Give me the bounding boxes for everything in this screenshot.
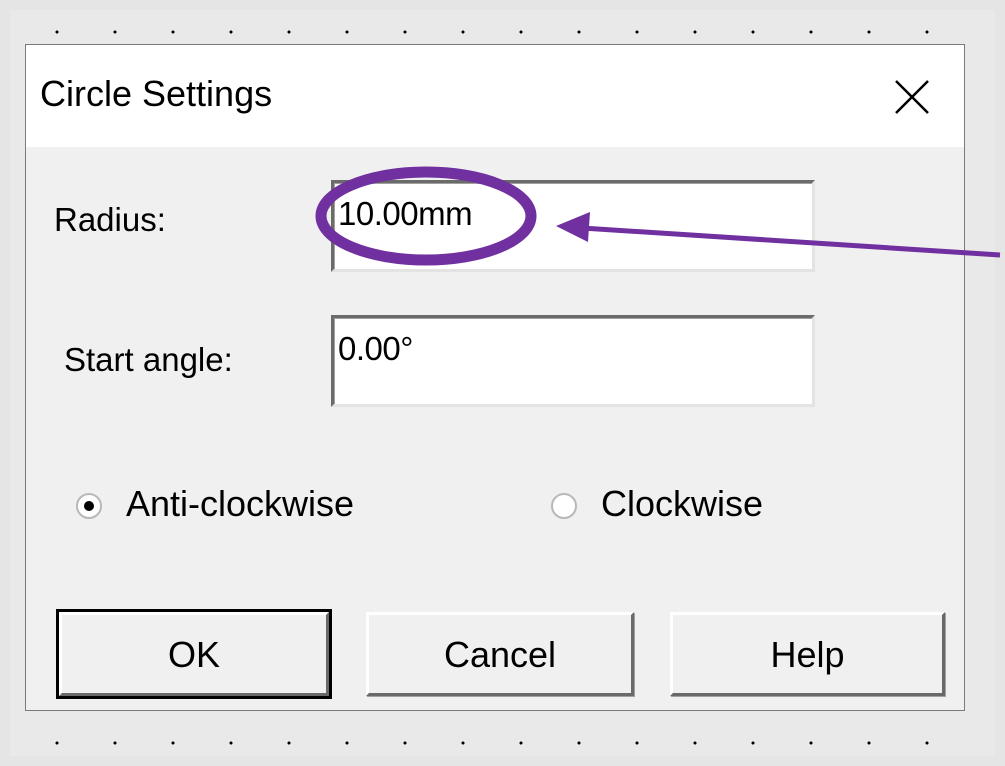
cancel-button-label: Cancel xyxy=(443,634,557,675)
close-x-icon xyxy=(895,80,929,114)
ok-button[interactable]: OK xyxy=(56,609,332,699)
radius-label: Radius: xyxy=(54,201,166,238)
help-button[interactable]: Help xyxy=(670,612,945,696)
radius-value: 10.00mm xyxy=(338,195,473,232)
radio-clockwise[interactable]: Clockwise xyxy=(551,483,851,533)
dialog-titlebar: Circle Settings xyxy=(26,45,964,147)
close-button[interactable] xyxy=(884,69,940,125)
design-grid-dots-top xyxy=(20,30,980,34)
start-angle-value: 0.00° xyxy=(338,330,413,367)
start-angle-label: Start angle: xyxy=(64,341,233,378)
design-grid-dots-bottom xyxy=(20,741,980,745)
radio-selected-icon xyxy=(76,493,102,519)
help-button-label: Help xyxy=(770,634,845,675)
radio-anti-clockwise[interactable]: Anti-clockwise xyxy=(76,483,436,533)
circle-settings-dialog: Circle Settings Radius: 10.00mm Start an… xyxy=(25,44,965,711)
ok-button-label: OK xyxy=(167,634,220,675)
radio-unselected-icon xyxy=(551,493,577,519)
cancel-button[interactable]: Cancel xyxy=(366,612,634,696)
anti-clockwise-label: Anti-clockwise xyxy=(126,483,355,524)
radius-input[interactable]: 10.00mm xyxy=(331,180,815,272)
clockwise-label: Clockwise xyxy=(601,483,764,524)
start-angle-input[interactable]: 0.00° xyxy=(331,315,815,407)
dialog-title: Circle Settings xyxy=(40,73,273,114)
